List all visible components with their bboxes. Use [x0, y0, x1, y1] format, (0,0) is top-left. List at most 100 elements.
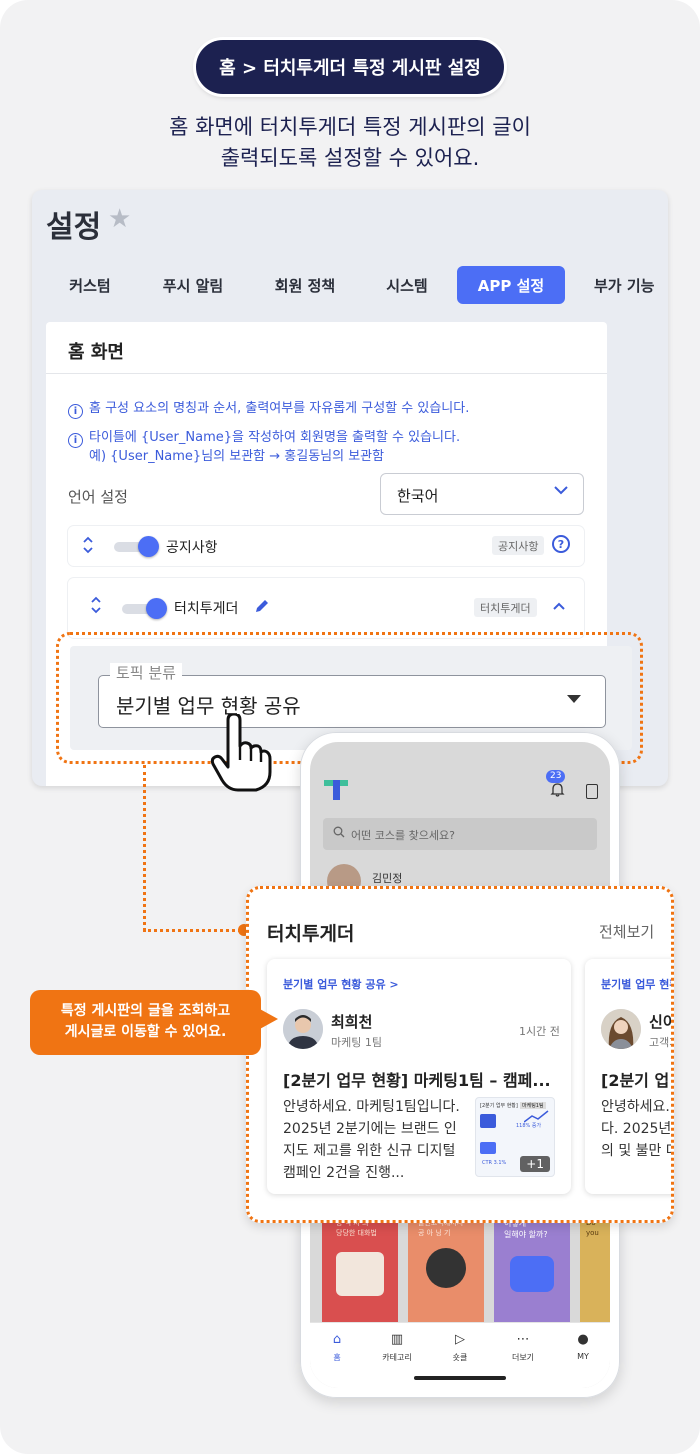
- tab-addons[interactable]: 부가 기능: [584, 266, 668, 304]
- chevron-down-icon: [553, 482, 569, 503]
- info-text-1-label: 홈 구성 요소의 명칭과 순서, 출력여부를 자유롭게 구성할 수 있습니다.: [89, 401, 470, 416]
- post-heading: [2분기 업무 현황] 마케팅1팀 – 캠페...: [283, 1071, 551, 1090]
- book-illustration: [510, 1256, 554, 1292]
- notice-toggle[interactable]: [114, 536, 160, 557]
- hand-pointer-icon: [210, 712, 272, 792]
- home-indicator: [414, 1376, 506, 1380]
- callout-line-1: 특정 게시판의 글을 조회하고: [60, 1003, 231, 1019]
- avatar: ●: [577, 1332, 589, 1347]
- help-icon[interactable]: ?: [552, 535, 570, 553]
- chart-icon: [480, 1142, 496, 1154]
- thumb-tag: 마케팅1팀: [520, 1102, 546, 1109]
- search-icon: [333, 826, 345, 841]
- post-card[interactable]: 분기별 업무 현황 공유 > 최희천 마케팅 1팀 1시간 전 [2분기 업무 …: [267, 959, 571, 1194]
- post-team: 고객지: [649, 1036, 671, 1049]
- info-text-2: i 타이틀에 {User_Name}을 작성하여 회원명을 출력할 수 있습니다.…: [68, 429, 460, 465]
- more-images-badge: +1: [520, 1156, 550, 1172]
- book-illustration: [336, 1252, 384, 1296]
- sort-icon[interactable]: [82, 536, 94, 555]
- nav-label: 더보기: [511, 1353, 535, 1362]
- connector-line: [143, 929, 241, 932]
- home-icon: ⌂: [332, 1332, 342, 1347]
- tab-custom[interactable]: 커스텀: [52, 266, 128, 304]
- book-title-line: 공 아 닝 기: [418, 1229, 451, 1237]
- callout-bubble: 특정 게시판의 글을 조회하고 게시글로 이동할 수 있어요.: [30, 990, 261, 1055]
- book-list: 능 력 자 의 당당한 대화법 불안고객에서서 공 아 닝 기 이렇게 일해야 할까?…: [322, 1212, 610, 1332]
- thumb-ctr: CTR 3.1%: [482, 1160, 507, 1166]
- sort-icon[interactable]: [90, 596, 102, 615]
- menu-icon[interactable]: [586, 784, 598, 799]
- post-category-link[interactable]: 분기별 업무 현황 공유 >: [601, 976, 671, 992]
- subtitle-line-1: 홈 화면에 터치투게더 특정 게시판의 글이: [169, 115, 531, 139]
- tab-push[interactable]: 푸시 알림: [148, 266, 238, 304]
- post-thumbnail: [2분기 업무 현황] 마케팅1팀 118% 증가 CTR 3.1% +1: [475, 1097, 555, 1177]
- board-popup: 터치투게더 전체보기 분기별 업무 현황 공유 > 최희천 마케팅 1팀 1시간…: [246, 886, 674, 1223]
- callout-line-2: 게시글로 이동할 수 있어요.: [64, 1024, 227, 1040]
- post-author: 신이: [649, 1013, 674, 1031]
- star-icon[interactable]: ★: [108, 204, 131, 234]
- user-name: 김민정: [372, 872, 403, 885]
- post-author: 최희천: [331, 1013, 373, 1031]
- app-logo-icon: [324, 780, 348, 800]
- nav-home[interactable]: ⌂ 홈: [312, 1333, 362, 1363]
- book-title-line: 당당한 대화법: [336, 1229, 377, 1237]
- touchtogether-tag: 터치투게더: [474, 598, 537, 617]
- nav-label: 카테고리: [382, 1353, 412, 1362]
- info-text-1: i 홈 구성 요소의 명칭과 순서, 출력여부를 자유롭게 구성할 수 있습니다.: [68, 400, 469, 419]
- home-item-notice: 공지사항 공지사항 ?: [68, 526, 584, 566]
- avatar: [283, 1009, 323, 1049]
- search-input[interactable]: 어떤 코스를 찾으세요?: [323, 818, 597, 850]
- notice-tag: 공지사항: [492, 536, 545, 555]
- post-category-link[interactable]: 분기별 업무 현황 공유 >: [283, 976, 399, 992]
- avatar: [601, 1009, 641, 1049]
- book-title-line: you: [586, 1229, 599, 1237]
- tab-system[interactable]: 시스템: [370, 266, 444, 304]
- nav-category[interactable]: ▥ 카테고리: [372, 1333, 422, 1363]
- play-icon: ▷: [455, 1332, 465, 1347]
- toggle-knob: [138, 536, 159, 557]
- post-team: 마케팅 1팀: [331, 1036, 382, 1049]
- nav-label: 홈: [333, 1353, 341, 1362]
- language-select[interactable]: 한국어: [380, 473, 584, 515]
- book-card[interactable]: 이렇게 일해야 할까?: [494, 1212, 570, 1324]
- home-item-touchtogether: 터치투게더 터치투게더: [68, 578, 584, 638]
- info-text-2-label: 타이틀에 {User_Name}을 작성하여 회원명을 출력할 수 있습니다.: [89, 430, 461, 445]
- tab-member-policy[interactable]: 회원 정책: [260, 266, 350, 304]
- thumb-title: [2분기 업무 현황]: [480, 1103, 518, 1109]
- nav-my[interactable]: ● MY: [558, 1333, 608, 1361]
- callout-tail: [258, 1008, 278, 1030]
- nav-label: 숏클: [452, 1353, 468, 1362]
- post-time: 1시간 전: [519, 1025, 560, 1038]
- tab-app-settings[interactable]: APP 설정: [457, 266, 565, 304]
- more-icon: ⋯: [516, 1332, 530, 1347]
- nav-more[interactable]: ⋯ 더보기: [498, 1333, 548, 1363]
- chevron-up-icon[interactable]: [552, 600, 566, 616]
- book-card[interactable]: 불안고객에서서 공 아 닝 기: [408, 1212, 484, 1324]
- pencil-icon[interactable]: [254, 598, 270, 614]
- settings-tabs: 커스텀 푸시 알림 회원 정책 시스템 APP 설정 부가 기능: [32, 266, 668, 306]
- topic-label: 토픽 분류: [110, 663, 182, 683]
- touchtogether-toggle[interactable]: [122, 598, 168, 619]
- book-title-line: 일해야 할까?: [504, 1230, 548, 1239]
- page-subtitle: 홈 화면에 터치투게더 특정 게시판의 글이 출력되도록 설정할 수 있어요.: [0, 112, 700, 174]
- nav-shorts[interactable]: ▷ 숏클: [435, 1333, 485, 1363]
- board-title: 터치투게더: [267, 923, 355, 945]
- language-label: 언어 설정: [68, 488, 128, 506]
- view-all-link[interactable]: 전체보기: [599, 921, 654, 942]
- post-body: 안녕하세요. 다. 2025년 2 의 및 불만 대: [601, 1099, 672, 1159]
- breadcrumb: 홈 > 터치투게더 특정 게시판 설정: [196, 40, 504, 94]
- book-card[interactable]: 능 력 자 의 당당한 대화법: [322, 1212, 398, 1324]
- post-card[interactable]: 분기별 업무 현황 공유 > 신이 고객지 [2분기 업 안녕하세요. 다. 2…: [585, 959, 674, 1194]
- dropdown-arrow-icon: [567, 695, 581, 703]
- subtitle-line-2: 출력되도록 설정할 수 있어요.: [220, 146, 480, 170]
- megaphone-icon: [480, 1114, 496, 1128]
- info-text-2-example: 예) {User_Name}님의 보관함 → 홍길동님의 보관함: [89, 449, 385, 464]
- nav-label: MY: [577, 1352, 589, 1361]
- book-card[interactable]: Do you: [580, 1212, 610, 1324]
- notice-name: 공지사항: [166, 540, 218, 556]
- info-icon: i: [68, 433, 83, 448]
- settings-title: 설정: [46, 210, 102, 245]
- search-placeholder: 어떤 코스를 찾으세요?: [351, 829, 455, 842]
- post-heading: [2분기 업: [601, 1071, 670, 1090]
- bell-icon[interactable]: [550, 782, 565, 801]
